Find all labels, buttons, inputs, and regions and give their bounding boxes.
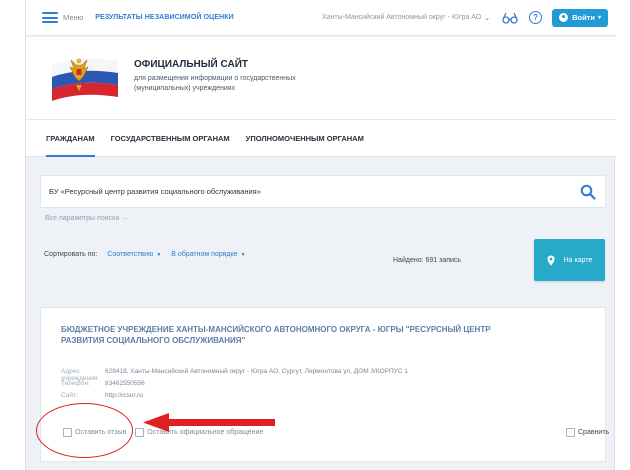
menu-button[interactable]: Меню — [42, 12, 83, 23]
site-subtitle: для размещения информации о государствен… — [134, 75, 296, 92]
map-pin-icon — [547, 255, 555, 266]
triangle-down-icon: ▼ — [156, 251, 162, 258]
phone-value: 83462550556 — [105, 380, 145, 387]
region-selector[interactable]: Ханты-Мансийский Автономный округ - Югра… — [322, 14, 490, 22]
site-header: ОФИЦИАЛЬНЫЙ САЙТ для размещения информац… — [26, 37, 616, 119]
website-link[interactable]: http://rcsur.ru — [105, 392, 143, 399]
hamburger-icon — [42, 12, 58, 23]
compare-checkbox[interactable]: Сравнить — [566, 428, 609, 437]
accessibility-glasses-icon[interactable] — [502, 12, 518, 24]
website-field: Сайт: http://rcsur.ru — [61, 392, 143, 399]
sort-controls: Сортировать по: Соответствию ▼ В обратном… — [44, 251, 246, 258]
result-title-link[interactable]: БЮДЖЕТНОЕ УЧРЕЖДЕНИЕ ХАНТЫ-МАНСИЙСКОГО А… — [61, 324, 531, 346]
tab-authorized-bodies[interactable]: УПОЛНОМОЧЕННЫМ ОРГАНАМ — [246, 119, 364, 157]
results-count: Найдено: 691 запись — [393, 257, 462, 264]
map-button[interactable]: На карте — [534, 239, 605, 281]
login-label: Войти — [572, 13, 595, 22]
search-icon[interactable] — [580, 184, 596, 200]
region-label: Ханты-Мансийский Автономный округ - Югра… — [321, 14, 482, 21]
audience-tabs: ГРАЖДАНАМ ГОСУДАРСТВЕННЫМ ОРГАНАМ УПОЛНО… — [26, 119, 616, 157]
sort-relevance-dropdown[interactable]: Соответствию ▼ — [107, 251, 161, 258]
address-value: 628418, Ханты-Мансийский Автономный окру… — [105, 368, 408, 375]
chevron-down-icon: ▾ — [597, 15, 601, 21]
coat-of-arms-flag-logo — [48, 51, 122, 107]
annotation-ellipse — [36, 403, 133, 458]
sort-order-dropdown[interactable]: В обратном порядке ▼ — [171, 251, 245, 258]
map-button-label: На карте — [563, 256, 593, 264]
page: Меню РЕЗУЛЬТАТЫ НЕЗАВИСИМОЙ ОЦЕНКИ Ханты… — [25, 0, 616, 470]
annotation-arrow-icon — [143, 412, 275, 434]
website-label: Сайт: — [61, 392, 78, 399]
help-icon[interactable]: ? — [529, 11, 543, 24]
compare-checkbox-icon — [566, 428, 575, 437]
results-link[interactable]: РЕЗУЛЬТАТЫ НЕЗАВИСИМОЙ ОЦЕНКИ — [95, 14, 233, 21]
triangle-down-icon: ▼ — [240, 251, 246, 258]
phone-label: Телефон: — [61, 380, 90, 387]
sort-label: Сортировать по: — [44, 251, 98, 258]
compare-label: Сравнить — [578, 429, 610, 436]
menu-label: Меню — [63, 13, 84, 22]
tab-citizens[interactable]: ГРАЖДАНАМ — [46, 119, 95, 157]
top-nav-bar: Меню РЕЗУЛЬТАТЫ НЕЗАВИСИМОЙ ОЦЕНКИ Ханты… — [26, 0, 616, 36]
site-title: ОФИЦИАЛЬНЫЙ САЙТ — [134, 59, 249, 70]
sort-order-label: В обратном порядке — [171, 251, 238, 258]
login-button[interactable]: Войти ▾ — [552, 8, 608, 27]
phone-field: Телефон: 83462550556 — [61, 380, 145, 387]
tab-state-bodies[interactable]: ГОСУДАРСТВЕННЫМ ОРГАНАМ — [111, 119, 230, 157]
search-input[interactable]: БУ «Ресурсный центр развития социального… — [40, 175, 606, 208]
sort-relevance-label: Соответствию — [107, 251, 154, 258]
all-search-params-link[interactable]: Все параметры поиска → — [45, 215, 128, 222]
chevron-down-icon: ⌄ — [484, 14, 491, 22]
search-value: БУ «Ресурсный центр развития социального… — [49, 187, 261, 196]
user-icon — [559, 13, 569, 22]
